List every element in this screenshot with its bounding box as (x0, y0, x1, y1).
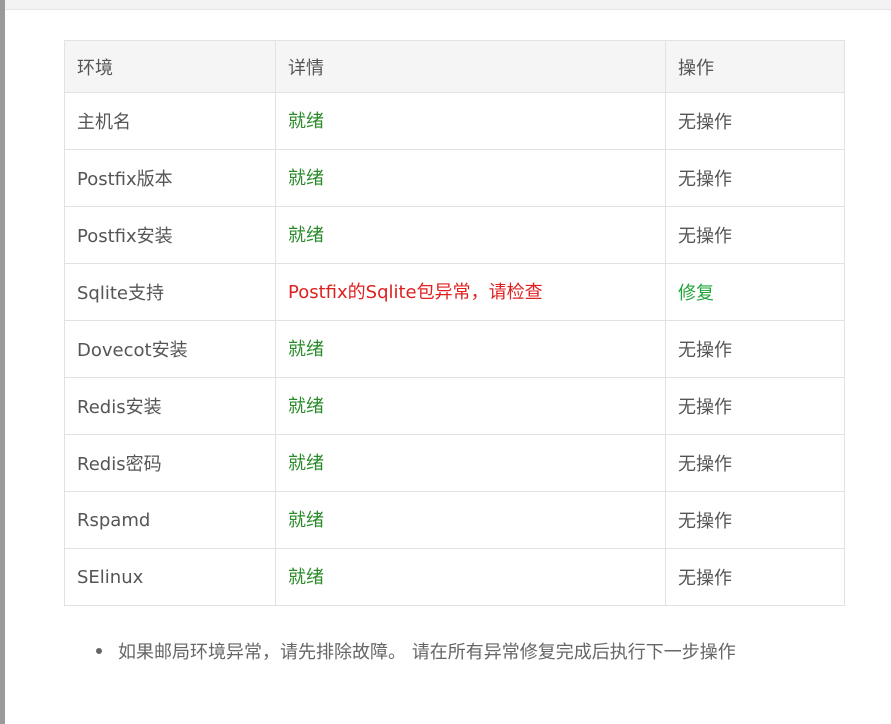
env-cell: Redis密码 (64, 434, 276, 492)
window-left-edge (0, 0, 5, 724)
action-cell: 无操作 (665, 491, 845, 549)
action-cell: 无操作 (665, 548, 845, 606)
table-row: Redis密码 就绪 无操作 (64, 434, 845, 492)
detail-ready-cell: 就绪 (275, 320, 666, 378)
notice-list-item: 如果邮局环境异常，请先排除故障。 请在所有异常修复完成后执行下一步操作 (96, 638, 736, 664)
action-cell: 修复 (665, 263, 845, 321)
action-cell: 无操作 (665, 92, 845, 150)
table-row: SElinux 就绪 无操作 (64, 548, 845, 606)
header-action: 操作 (665, 40, 845, 93)
env-cell: Sqlite支持 (64, 263, 276, 321)
table-row: Sqlite支持 Postfix的Sqlite包异常，请检查 修复 (64, 263, 845, 321)
no-action-text: 无操作 (678, 397, 732, 418)
detail-ready-cell: 就绪 (275, 206, 666, 264)
action-cell: 无操作 (665, 149, 845, 207)
detail-ready-cell: 就绪 (275, 434, 666, 492)
environment-check-table: 环境 详情 操作 主机名 就绪 无操作 Postfix版本 就绪 无操作 Postfix安装… (64, 40, 845, 606)
action-cell: 无操作 (665, 434, 845, 492)
action-cell: 无操作 (665, 377, 845, 435)
header-env: 环境 (64, 40, 276, 93)
env-cell: Postfix安装 (64, 206, 276, 264)
table-row: Redis安装 就绪 无操作 (64, 377, 845, 435)
no-action-text: 无操作 (678, 169, 732, 190)
table-header-row: 环境 详情 操作 (64, 40, 845, 93)
detail-ready-cell: 就绪 (275, 491, 666, 549)
no-action-text: 无操作 (678, 226, 732, 247)
no-action-text: 无操作 (678, 112, 732, 133)
repair-link[interactable]: 修复 (678, 283, 714, 304)
action-cell: 无操作 (665, 206, 845, 264)
no-action-text: 无操作 (678, 511, 732, 532)
detail-ready-cell: 就绪 (275, 92, 666, 150)
bullet-dot (96, 648, 102, 654)
action-cell: 无操作 (665, 320, 845, 378)
env-cell: Dovecot安装 (64, 320, 276, 378)
env-cell: 主机名 (64, 92, 276, 150)
no-action-text: 无操作 (678, 454, 732, 475)
notice-text: 如果邮局环境异常，请先排除故障。 请在所有异常修复完成后执行下一步操作 (118, 642, 736, 663)
no-action-text: 无操作 (678, 340, 732, 361)
header-detail: 详情 (275, 40, 666, 93)
env-cell: Rspamd (64, 491, 276, 549)
table-row: Postfix版本 就绪 无操作 (64, 149, 845, 207)
detail-error-cell: Postfix的Sqlite包异常，请检查 (275, 263, 666, 321)
detail-ready-cell: 就绪 (275, 149, 666, 207)
detail-ready-cell: 就绪 (275, 548, 666, 606)
no-action-text: 无操作 (678, 568, 732, 589)
table-row: Postfix安装 就绪 无操作 (64, 206, 845, 264)
env-cell: SElinux (64, 548, 276, 606)
environment-check-table-wrap: 环境 详情 操作 主机名 就绪 无操作 Postfix版本 就绪 无操作 Postfix安装… (64, 40, 845, 606)
table-row: Dovecot安装 就绪 无操作 (64, 320, 845, 378)
table-row: 主机名 就绪 无操作 (64, 92, 845, 150)
table-row: Rspamd 就绪 无操作 (64, 491, 845, 549)
env-cell: Redis安装 (64, 377, 276, 435)
top-strip (5, 0, 891, 10)
detail-ready-cell: 就绪 (275, 377, 666, 435)
env-cell: Postfix版本 (64, 149, 276, 207)
